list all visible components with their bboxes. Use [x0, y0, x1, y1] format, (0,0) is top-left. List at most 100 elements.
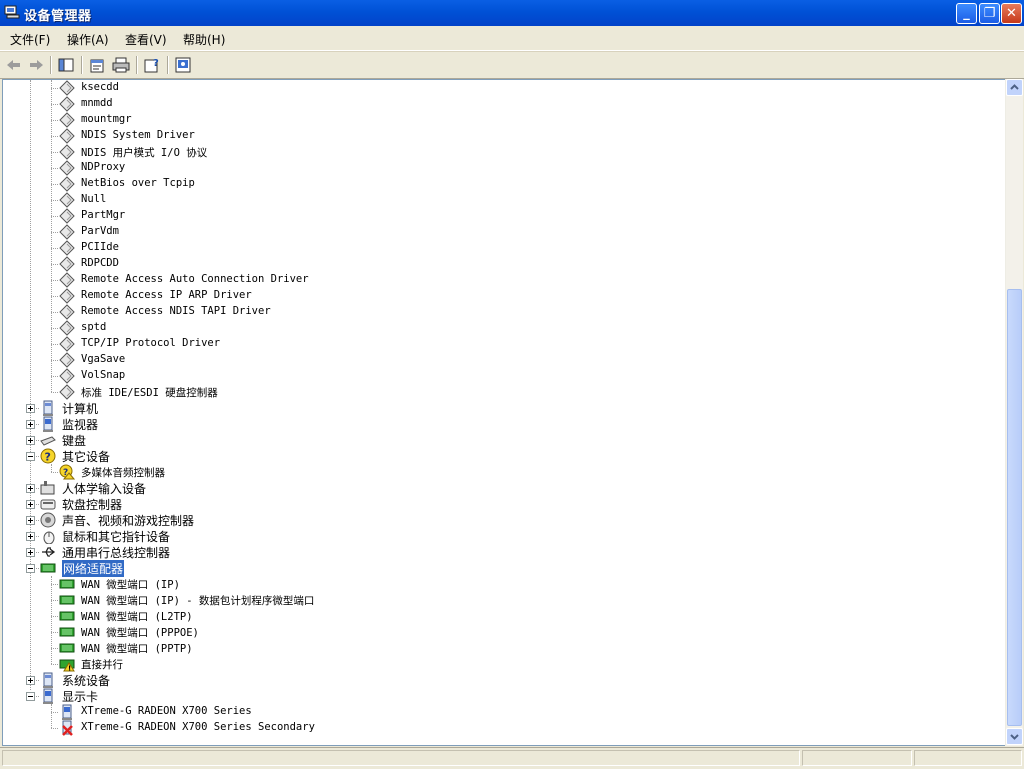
- tree-category-sound[interactable]: 声音、视频和游戏控制器: [3, 512, 1003, 528]
- tree-item-driver[interactable]: TCP/IP Protocol Driver: [3, 336, 1003, 352]
- tree-item-label: Remote Access IP ARP Driver: [81, 289, 252, 301]
- show-hide-tree-icon[interactable]: [56, 55, 76, 75]
- expand-plus-icon[interactable]: [26, 436, 35, 445]
- tree-item-driver[interactable]: mnmdd: [3, 96, 1003, 112]
- tree-category-network[interactable]: 网络适配器: [3, 560, 1003, 577]
- tree-item-multimedia-audio[interactable]: ? 多媒体音频控制器: [3, 464, 1003, 480]
- driver-diamond-icon: [59, 176, 75, 192]
- close-button[interactable]: ✕: [1001, 3, 1022, 24]
- tree-item-driver[interactable]: sptd: [3, 320, 1003, 336]
- collapse-minus-icon[interactable]: [26, 692, 35, 701]
- display-adapter-icon: [59, 704, 75, 720]
- back-arrow-icon[interactable]: [4, 55, 24, 75]
- tree-category-computer[interactable]: 计算机: [3, 400, 1003, 416]
- tree-item-driver[interactable]: PCIIde: [3, 240, 1003, 256]
- tree-category-keyboard[interactable]: 键盘: [3, 432, 1003, 448]
- tree-item-label: 鼠标和其它指针设备: [62, 530, 171, 544]
- tree-item-driver[interactable]: Remote Access IP ARP Driver: [3, 288, 1003, 304]
- tree-item-label: WAN 微型端口 (L2TP): [81, 611, 193, 623]
- driver-diamond-icon: [59, 320, 75, 336]
- svg-text:?: ?: [153, 58, 159, 69]
- tree-connector: [51, 168, 58, 169]
- tree-category-display[interactable]: 显示卡: [3, 688, 1003, 704]
- tree-category-system[interactable]: 系统设备: [3, 672, 1003, 688]
- tree-category-monitor[interactable]: 监视器: [3, 416, 1003, 432]
- tree-connector: [51, 216, 58, 217]
- tree-item-driver[interactable]: ParVdm: [3, 224, 1003, 240]
- device-tree[interactable]: ksecdd mnmdd mountmgr NDIS System Driver NDI…: [2, 79, 1007, 746]
- tree-category-usb[interactable]: 通用串行总线控制器: [3, 544, 1003, 560]
- status-pane-main: [2, 750, 800, 766]
- tree-connector: [51, 664, 58, 665]
- tree-item-driver[interactable]: NDIS System Driver: [3, 128, 1003, 144]
- tree-item-driver[interactable]: VgaSave: [3, 352, 1003, 368]
- help-icon[interactable]: ?: [142, 55, 162, 75]
- scroll-down-button[interactable]: [1006, 728, 1023, 745]
- tree-item-display[interactable]: XTreme-G RADEON X700 Series: [3, 704, 1003, 720]
- tree-item-driver[interactable]: 标准 IDE/ESDI 硬盘控制器: [3, 384, 1003, 400]
- tree-item-driver[interactable]: NDProxy: [3, 160, 1003, 176]
- driver-diamond-icon: [59, 256, 75, 272]
- driver-diamond-icon: [59, 144, 75, 160]
- menu-view[interactable]: 查看(V): [125, 31, 167, 48]
- network-adapter-icon: [59, 576, 75, 592]
- expand-plus-icon[interactable]: [26, 404, 35, 413]
- expand-plus-icon[interactable]: [26, 676, 35, 685]
- tree-item-driver[interactable]: VolSnap: [3, 368, 1003, 384]
- expand-plus-icon[interactable]: [26, 500, 35, 509]
- expand-plus-icon[interactable]: [26, 532, 35, 541]
- tree-item-network[interactable]: WAN 微型端口 (IP): [3, 576, 1003, 592]
- menu-bar: 文件(F) 操作(A) 查看(V) 帮助(H): [0, 26, 1024, 51]
- sound-icon: [40, 512, 56, 528]
- forward-arrow-icon[interactable]: [26, 55, 46, 75]
- menu-action[interactable]: 操作(A): [67, 31, 109, 48]
- minimize-button[interactable]: _: [956, 3, 977, 24]
- display-adapter-icon: [40, 688, 56, 704]
- tree-connector: [51, 248, 58, 249]
- tree-connector: [51, 472, 58, 473]
- restore-button[interactable]: ❐: [979, 3, 1000, 24]
- minimize-icon: _: [963, 6, 970, 21]
- menu-file[interactable]: 文件(F): [10, 31, 50, 48]
- vertical-scrollbar[interactable]: [1005, 79, 1023, 746]
- expand-plus-icon[interactable]: [26, 516, 35, 525]
- tree-item-label: mnmdd: [81, 97, 113, 109]
- tree-item-driver[interactable]: Null: [3, 192, 1003, 208]
- tree-item-driver[interactable]: Remote Access NDIS TAPI Driver: [3, 304, 1003, 320]
- tree-item-driver[interactable]: mountmgr: [3, 112, 1003, 128]
- expand-plus-icon[interactable]: [26, 484, 35, 493]
- tree-item-network[interactable]: WAN 微型端口 (IP) - 数据包计划程序微型端口: [3, 592, 1003, 608]
- device-display-icon[interactable]: [173, 55, 193, 75]
- tree-item-network[interactable]: ! 直接并行: [3, 656, 1003, 673]
- scroll-thumb[interactable]: [1007, 289, 1022, 726]
- tree-category-mouse[interactable]: 鼠标和其它指针设备: [3, 528, 1003, 545]
- status-bar: [0, 747, 1024, 769]
- expand-plus-icon[interactable]: [26, 420, 35, 429]
- menu-help[interactable]: 帮助(H): [183, 31, 225, 48]
- driver-diamond-icon: [59, 288, 75, 304]
- tree-item-label: ParVdm: [81, 225, 119, 237]
- collapse-minus-icon[interactable]: [26, 564, 35, 573]
- device-manager-icon: [4, 5, 20, 19]
- tree-category-other[interactable]: ? 其它设备: [3, 448, 1003, 464]
- print-icon[interactable]: [111, 55, 131, 75]
- tree-item-label: ksecdd: [81, 81, 119, 93]
- tree-item-driver[interactable]: NDIS 用户模式 I/O 协议: [3, 144, 1003, 160]
- tree-item-driver[interactable]: RDPCDD: [3, 256, 1003, 272]
- system-device-icon: [40, 672, 56, 688]
- tree-item-driver[interactable]: NetBios over Tcpip: [3, 176, 1003, 192]
- tree-item-driver[interactable]: ksecdd: [3, 80, 1003, 96]
- collapse-minus-icon[interactable]: [26, 452, 35, 461]
- scroll-up-button[interactable]: [1006, 79, 1023, 96]
- tree-category-floppy[interactable]: 软盘控制器: [3, 496, 1003, 512]
- tree-item-display[interactable]: XTreme-G RADEON X700 Series Secondary: [3, 720, 1003, 736]
- title-bar[interactable]: 设备管理器 _ ❐ ✕: [0, 0, 1024, 26]
- tree-item-network[interactable]: WAN 微型端口 (PPTP): [3, 640, 1003, 656]
- tree-item-network[interactable]: WAN 微型端口 (PPPOE): [3, 624, 1003, 640]
- tree-item-driver[interactable]: Remote Access Auto Connection Driver: [3, 272, 1003, 288]
- tree-item-driver[interactable]: PartMgr: [3, 208, 1003, 224]
- tree-item-network[interactable]: WAN 微型端口 (L2TP): [3, 608, 1003, 624]
- expand-plus-icon[interactable]: [26, 548, 35, 557]
- tree-category-hid[interactable]: 人体学输入设备: [3, 480, 1003, 496]
- properties-icon[interactable]: [87, 55, 107, 75]
